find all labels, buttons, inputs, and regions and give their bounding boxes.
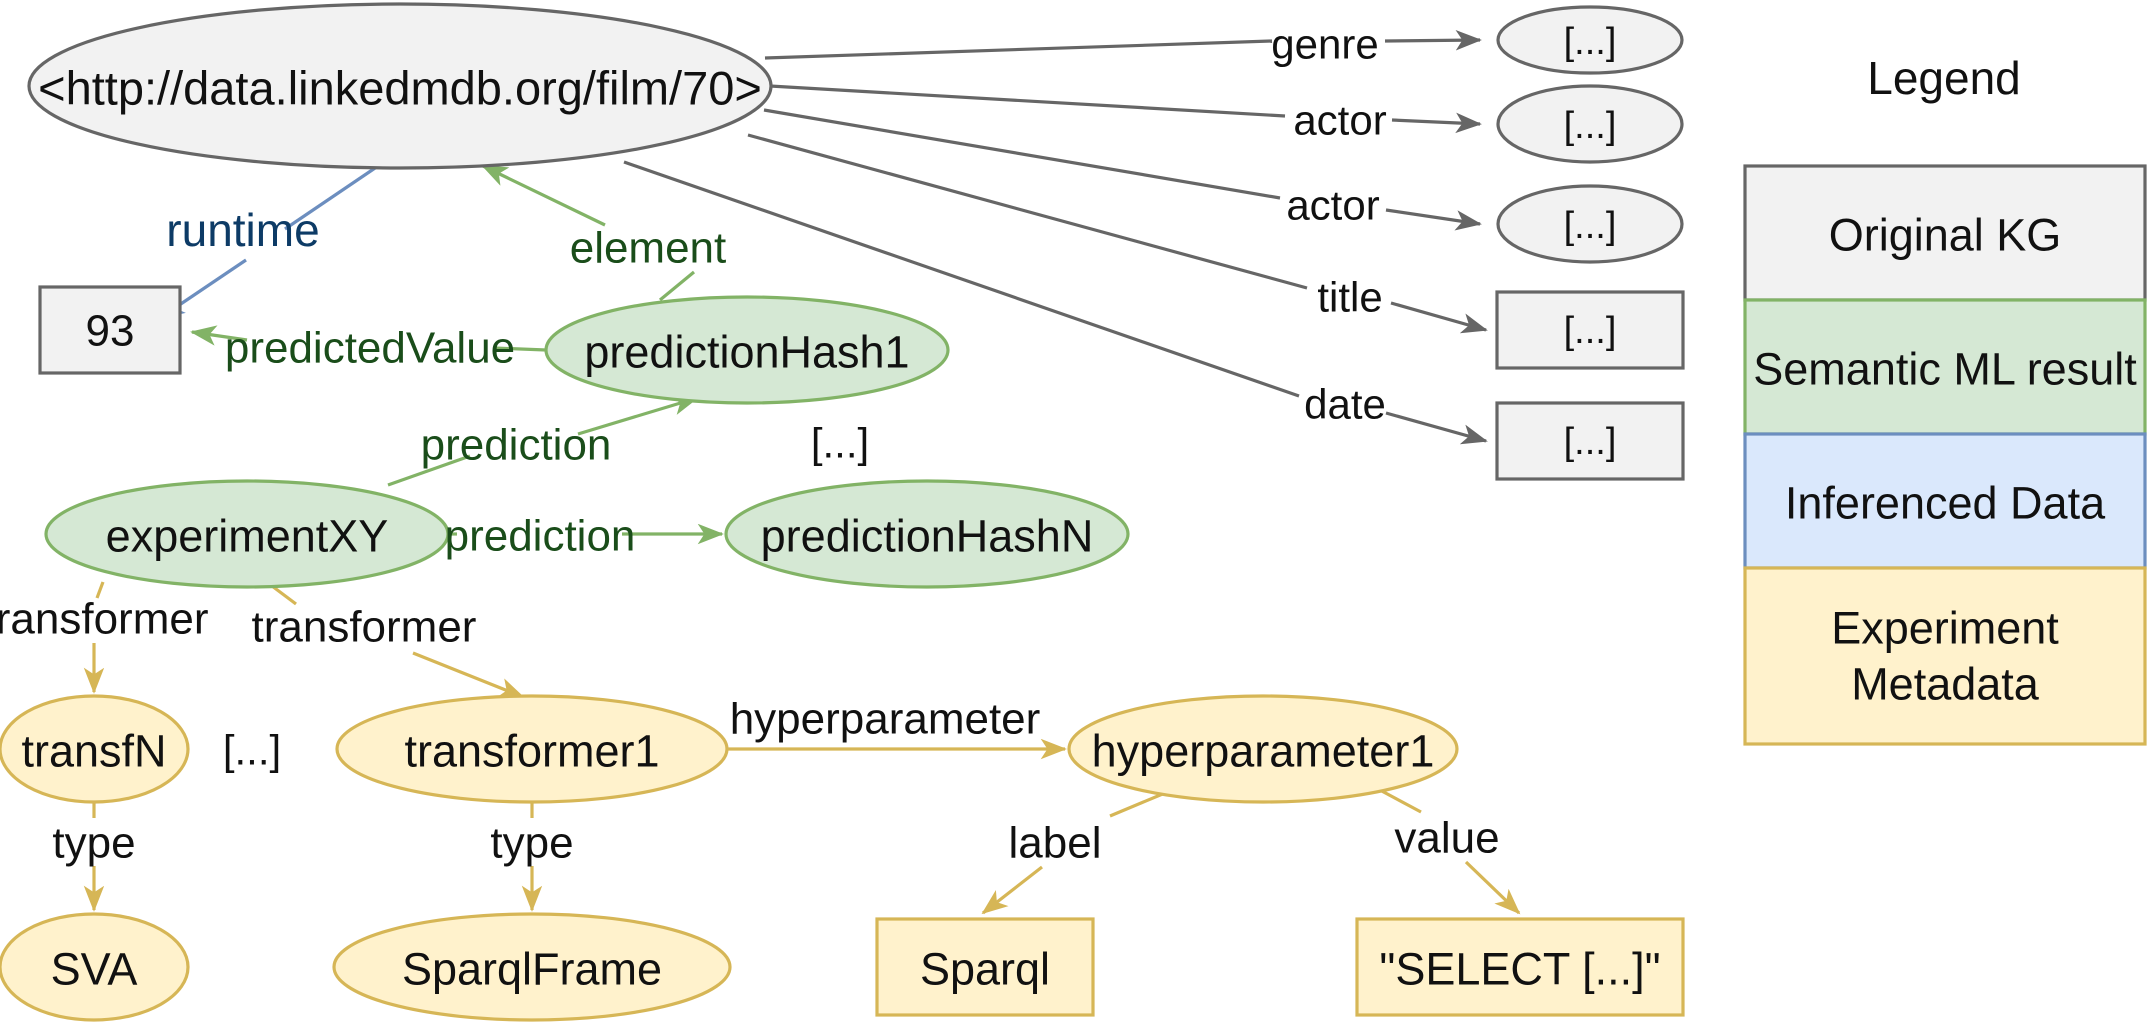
- node-sparql[interactable]: Sparql: [875, 917, 1095, 1017]
- edge-label-prediction-n: prediction: [445, 512, 636, 561]
- knowledge-graph-svg: <http://data.linkedmdb.org/film/70> [...…: [0, 2, 2147, 1022]
- legend-label-experiment-metadata-line2: Metadata: [1851, 659, 2040, 710]
- edge-label-title: title: [1317, 274, 1382, 321]
- node-label-hyperparameter-1: hyperparameter1: [1092, 726, 1435, 777]
- node-genre-object[interactable]: [...]: [1496, 5, 1684, 75]
- edge-label-actor-1: actor: [1293, 97, 1386, 144]
- legend-label-experiment-metadata-line1: Experiment: [1831, 603, 2059, 654]
- legend-item-semantic-ml-result: Semantic ML result: [1743, 298, 2147, 436]
- node-prediction-hash-n[interactable]: predictionHashN: [724, 479, 1130, 589]
- node-experiment-xy[interactable]: experimentXY: [44, 479, 450, 589]
- node-label-transf-n: transfN: [21, 726, 166, 777]
- edge-label-hyperparameter: hyperparameter: [730, 695, 1041, 744]
- node-label-title-object: [...]: [1564, 310, 1617, 352]
- node-actor-object-2[interactable]: [...]: [1496, 184, 1684, 264]
- node-label-sparql: Sparql: [920, 944, 1050, 995]
- legend-item-inferenced-data: Inferenced Data: [1743, 432, 2147, 570]
- ellipsis-predictions: [...]: [811, 420, 869, 467]
- node-label-runtime-value: 93: [86, 307, 135, 356]
- edge-label-value: value: [1394, 814, 1499, 863]
- edge-label-transformer-1: transformer: [252, 603, 477, 652]
- node-hyperparameter-1[interactable]: hyperparameter1: [1067, 694, 1459, 804]
- node-film-uri[interactable]: <http://data.linkedmdb.org/film/70>: [27, 2, 773, 170]
- legend-item-experiment-metadata: Experiment Metadata: [1743, 566, 2147, 746]
- node-label-sva: SVA: [51, 944, 138, 995]
- node-label-film-uri: <http://data.linkedmdb.org/film/70>: [38, 62, 762, 115]
- edge-label-type-n: type: [52, 819, 135, 868]
- legend: Legend Original KG Semantic ML result In…: [1743, 52, 2147, 746]
- legend-label-original-kg: Original KG: [1829, 210, 2062, 261]
- edge-label-element: element: [570, 224, 727, 273]
- node-actor-object-1[interactable]: [...]: [1496, 84, 1684, 164]
- node-date-object[interactable]: [...]: [1495, 401, 1685, 481]
- node-transformer-1[interactable]: transformer1: [335, 694, 729, 804]
- node-label-genre-object: [...]: [1564, 21, 1617, 63]
- node-prediction-hash-1[interactable]: predictionHash1: [544, 295, 950, 405]
- edge-label-runtime: runtime: [166, 204, 319, 256]
- edge-label-label: label: [1009, 819, 1102, 868]
- edge-label-genre: genre: [1271, 21, 1378, 68]
- edge-label-type-1: type: [490, 819, 573, 868]
- edge-label-transformer-n: transformer: [0, 595, 208, 644]
- diagram-canvas: <http://data.linkedmdb.org/film/70> [...…: [0, 0, 2152, 1034]
- edge-label-predicted-value: predictedValue: [225, 324, 515, 373]
- legend-label-semantic-ml-result: Semantic ML result: [1753, 344, 2137, 395]
- edge-label-actor-2: actor: [1286, 182, 1379, 229]
- node-label-transformer-1: transformer1: [404, 726, 659, 777]
- node-label-actor-object-2: [...]: [1564, 205, 1617, 247]
- node-label-prediction-hash-n: predictionHashN: [761, 511, 1094, 562]
- node-label-prediction-hash-1: predictionHash1: [584, 327, 909, 378]
- node-runtime-value[interactable]: 93: [38, 285, 182, 375]
- edge-label-date: date: [1304, 381, 1386, 428]
- legend-label-inferenced-data: Inferenced Data: [1785, 478, 2106, 529]
- edge-label-prediction-1: prediction: [421, 421, 612, 470]
- ellipsis-transformers: [...]: [223, 727, 281, 774]
- node-label-date-object: [...]: [1564, 421, 1617, 463]
- legend-item-original-kg: Original KG: [1743, 164, 2147, 302]
- node-sva[interactable]: SVA: [0, 912, 190, 1022]
- node-label-sparql-frame: SparqlFrame: [402, 944, 662, 995]
- node-label-experiment-xy: experimentXY: [106, 511, 389, 562]
- node-sparql-frame[interactable]: SparqlFrame: [332, 912, 732, 1022]
- node-transf-n[interactable]: transfN: [0, 694, 190, 804]
- node-select-literal[interactable]: "SELECT [...]": [1355, 917, 1685, 1017]
- node-title-object[interactable]: [...]: [1495, 290, 1685, 370]
- node-label-actor-object-1: [...]: [1564, 105, 1617, 147]
- node-label-select-literal: "SELECT [...]": [1379, 944, 1660, 995]
- legend-title: Legend: [1867, 52, 2021, 104]
